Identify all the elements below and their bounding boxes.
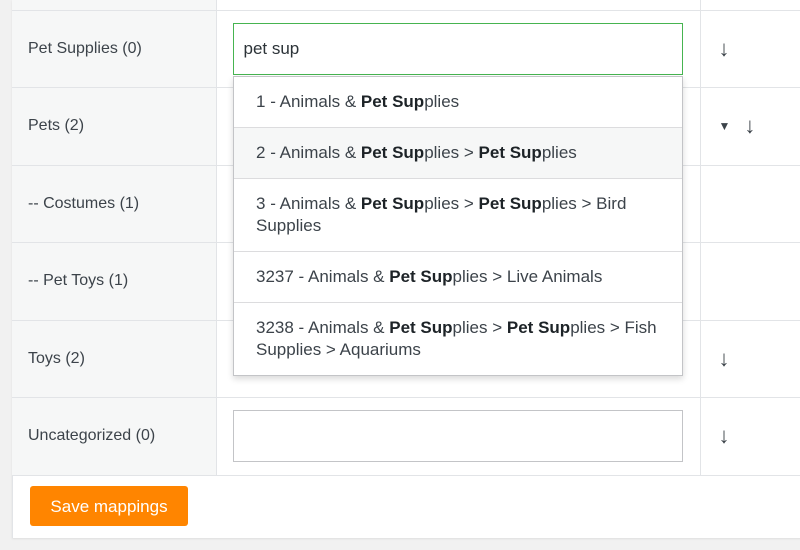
option-id: 3238 bbox=[256, 318, 294, 337]
option-text: plies > bbox=[452, 318, 507, 337]
arrow-down-icon[interactable]: ↓ bbox=[719, 36, 730, 62]
autocomplete-option[interactable]: 2 - Animals & Pet Supplies > Pet Supplie… bbox=[234, 128, 682, 179]
autocomplete-option[interactable]: 1 - Animals & Pet Supplies bbox=[234, 77, 682, 128]
option-match-text: Pet Sup bbox=[478, 194, 542, 213]
option-text: plies > bbox=[424, 194, 479, 213]
option-match-text: Pet Sup bbox=[506, 318, 571, 337]
arrow-down-icon[interactable]: ↓ bbox=[719, 346, 730, 372]
option-text: Animals & bbox=[279, 194, 361, 213]
option-separator: - bbox=[293, 318, 308, 337]
table-row: Uncategorized (0) ↓ bbox=[12, 397, 800, 476]
option-separator: - bbox=[265, 194, 280, 213]
option-text: Animals & bbox=[308, 267, 390, 286]
option-match-text: Pet Sup bbox=[389, 267, 453, 286]
option-text: Animals & bbox=[279, 92, 361, 111]
option-text: Animals & bbox=[279, 143, 361, 162]
option-match-text: Pet Sup bbox=[360, 143, 425, 162]
option-text: plies bbox=[424, 92, 460, 111]
option-text: plies > bbox=[424, 143, 479, 162]
table-row bbox=[12, 0, 800, 11]
option-text: plies bbox=[541, 143, 577, 162]
option-separator: - bbox=[265, 143, 280, 162]
autocomplete-option[interactable]: 3237 - Animals & Pet Supplies > Live Ani… bbox=[234, 252, 682, 303]
autocomplete-dropdown: 1 - Animals & Pet Supplies 2 - Animals & … bbox=[233, 76, 683, 376]
category-label: -- Costumes (1) bbox=[12, 165, 217, 243]
option-match-text: Pet Sup bbox=[360, 92, 425, 111]
option-separator: - bbox=[293, 267, 308, 286]
arrow-down-icon[interactable]: ↓ bbox=[719, 423, 730, 449]
save-mappings-button[interactable]: Save mappings bbox=[30, 486, 188, 526]
option-match-text: Pet Sup bbox=[360, 194, 425, 213]
category-label: Pet Supplies (0) bbox=[12, 10, 217, 88]
category-label: Uncategorized (0) bbox=[12, 397, 217, 476]
autocomplete-option[interactable]: 3238 - Animals & Pet Supplies > Pet Supp… bbox=[234, 303, 682, 375]
option-text: plies > Live Animals bbox=[452, 267, 603, 286]
option-id: 3237 bbox=[256, 267, 294, 286]
category-label: -- Pet Toys (1) bbox=[12, 242, 217, 321]
option-separator: - bbox=[265, 92, 280, 111]
option-match-text: Pet Sup bbox=[478, 143, 542, 162]
category-label: Pets (2) bbox=[12, 87, 217, 166]
option-match-text: Pet Sup bbox=[389, 318, 453, 337]
caret-down-icon[interactable]: ▼ bbox=[719, 119, 731, 133]
category-search-input[interactable] bbox=[232, 410, 683, 463]
option-text: Animals & bbox=[308, 318, 390, 337]
category-label: Toys (2) bbox=[12, 320, 217, 398]
category-search-input[interactable]: pet sup bbox=[232, 22, 683, 75]
autocomplete-option[interactable]: 3 - Animals & Pet Supplies > Pet Supplie… bbox=[234, 179, 682, 252]
arrow-down-icon[interactable]: ↓ bbox=[744, 113, 755, 139]
